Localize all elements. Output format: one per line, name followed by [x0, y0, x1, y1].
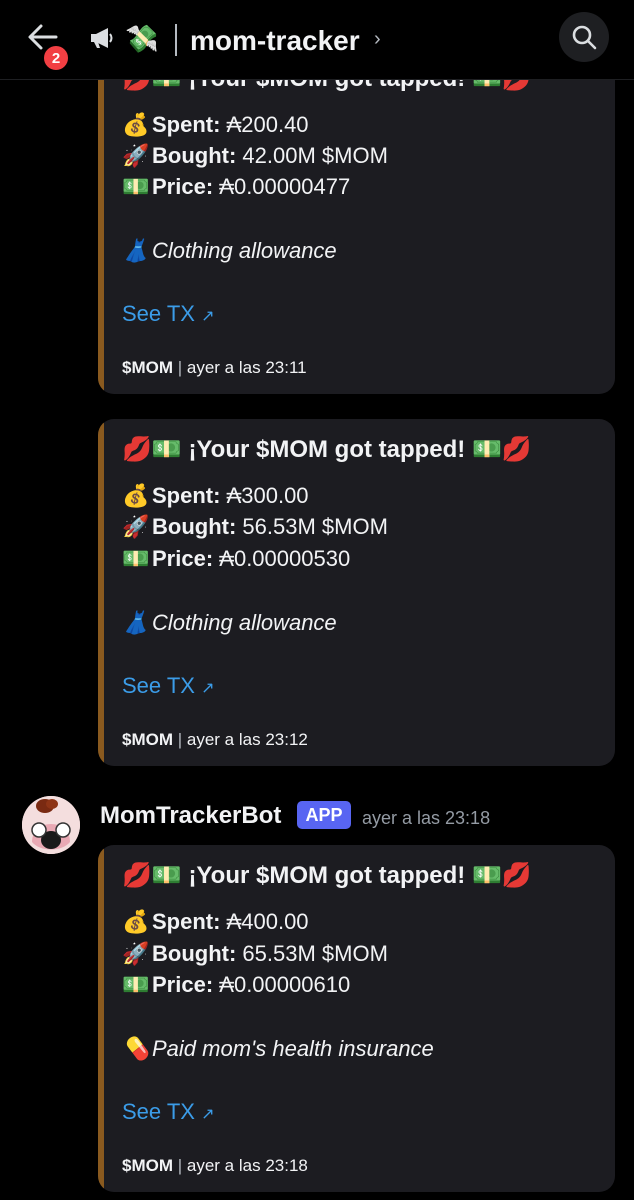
note-line: 💊 Paid mom's health insurance — [122, 1034, 434, 1064]
money-lips-emoji: 💵💋 — [471, 862, 532, 889]
dress-icon: 👗 — [122, 610, 150, 635]
external-link-icon: ↗ — [201, 680, 215, 697]
unread-badge: 2 — [41, 43, 71, 73]
bought-line: 🚀 Bought: 42.00M $MOM — [122, 141, 388, 171]
bot-embed-3: 💋💵 ¡Your $MOM got tapped! 💵💋 💰 Spent: ₳40… — [98, 845, 615, 1192]
bought-line: 🚀 Bought: 65.53M $MOM — [122, 939, 388, 969]
pill-icon: 💊 — [122, 1036, 150, 1061]
money-bag-icon: 💰 — [122, 909, 150, 934]
chevron-right-icon[interactable]: › — [374, 28, 381, 51]
author-name[interactable]: MomTrackerBot — [100, 800, 281, 832]
embed-title: 💋💵 ¡Your $MOM got tapped! 💵💋 — [122, 436, 532, 463]
embed-footer: $MOM | ayer a las 23:18 — [122, 1156, 308, 1175]
spent-line: 💰 Spent: ₳200.40 — [122, 110, 309, 140]
see-tx-link[interactable]: See TX ↗ — [122, 1097, 215, 1130]
title-divider — [175, 24, 177, 56]
rocket-icon: 🚀 — [122, 143, 150, 168]
channel-header: 2 💸 mom-tracker › — [0, 0, 634, 80]
note-line: 👗 Clothing allowance — [122, 608, 337, 638]
lips-money-emoji: 💋💵 — [122, 862, 182, 889]
spent-line: 💰 Spent: ₳300.00 — [122, 481, 309, 511]
see-tx-link[interactable]: See TX ↗ — [122, 671, 215, 704]
money-bag-icon: 💰 — [122, 483, 150, 508]
price-line: 💵 Price: ₳0.00000610 — [122, 970, 350, 1000]
search-icon — [572, 25, 597, 50]
external-link-icon: ↗ — [201, 1106, 215, 1123]
money-bag-icon: 💰 — [122, 112, 150, 137]
spent-line: 💰 Spent: ₳400.00 — [122, 907, 309, 937]
channel-name[interactable]: mom-tracker — [190, 23, 360, 59]
external-link-icon: ↗ — [201, 308, 215, 325]
bot-embed-1: 💋💵 ¡Your $MOM got tapped! 💵💋 💰Spent: ₳20… — [98, 40, 615, 394]
money-with-wings-icon: 💸 — [125, 24, 159, 54]
megaphone-icon — [91, 28, 113, 48]
dress-icon: 👗 — [122, 238, 150, 263]
bot-embed-2: 💋💵 ¡Your $MOM got tapped! 💵💋 💰 Spent: ₳30… — [98, 419, 615, 766]
search-button[interactable] — [559, 12, 609, 62]
app-tag: APP — [297, 801, 351, 829]
price-line: 💵 Price: ₳0.00000477 — [122, 172, 350, 202]
dollar-bill-icon: 💵 — [122, 972, 150, 997]
price-line: 💵 Price: ₳0.00000530 — [122, 544, 350, 574]
dollar-bill-icon: 💵 — [122, 174, 150, 199]
lips-money-emoji: 💋💵 — [122, 436, 182, 463]
dollar-bill-icon: 💵 — [122, 546, 150, 571]
message-timestamp: ayer a las 23:18 — [362, 808, 491, 828]
avatar-image — [22, 796, 80, 854]
money-lips-emoji: 💵💋 — [471, 436, 532, 463]
rocket-icon: 🚀 — [122, 514, 150, 539]
bought-line: 🚀 Bought: 56.53M $MOM — [122, 512, 388, 542]
note-line: 👗 Clothing allowance — [122, 236, 337, 266]
see-tx-link[interactable]: See TX ↗ — [122, 299, 215, 332]
bot-avatar[interactable] — [22, 796, 80, 854]
embed-title: 💋💵 ¡Your $MOM got tapped! 💵💋 — [122, 862, 532, 889]
embed-footer: $MOM | ayer a las 23:11 — [122, 358, 307, 377]
rocket-icon: 🚀 — [122, 941, 150, 966]
embed-footer: $MOM | ayer a las 23:12 — [122, 730, 308, 749]
